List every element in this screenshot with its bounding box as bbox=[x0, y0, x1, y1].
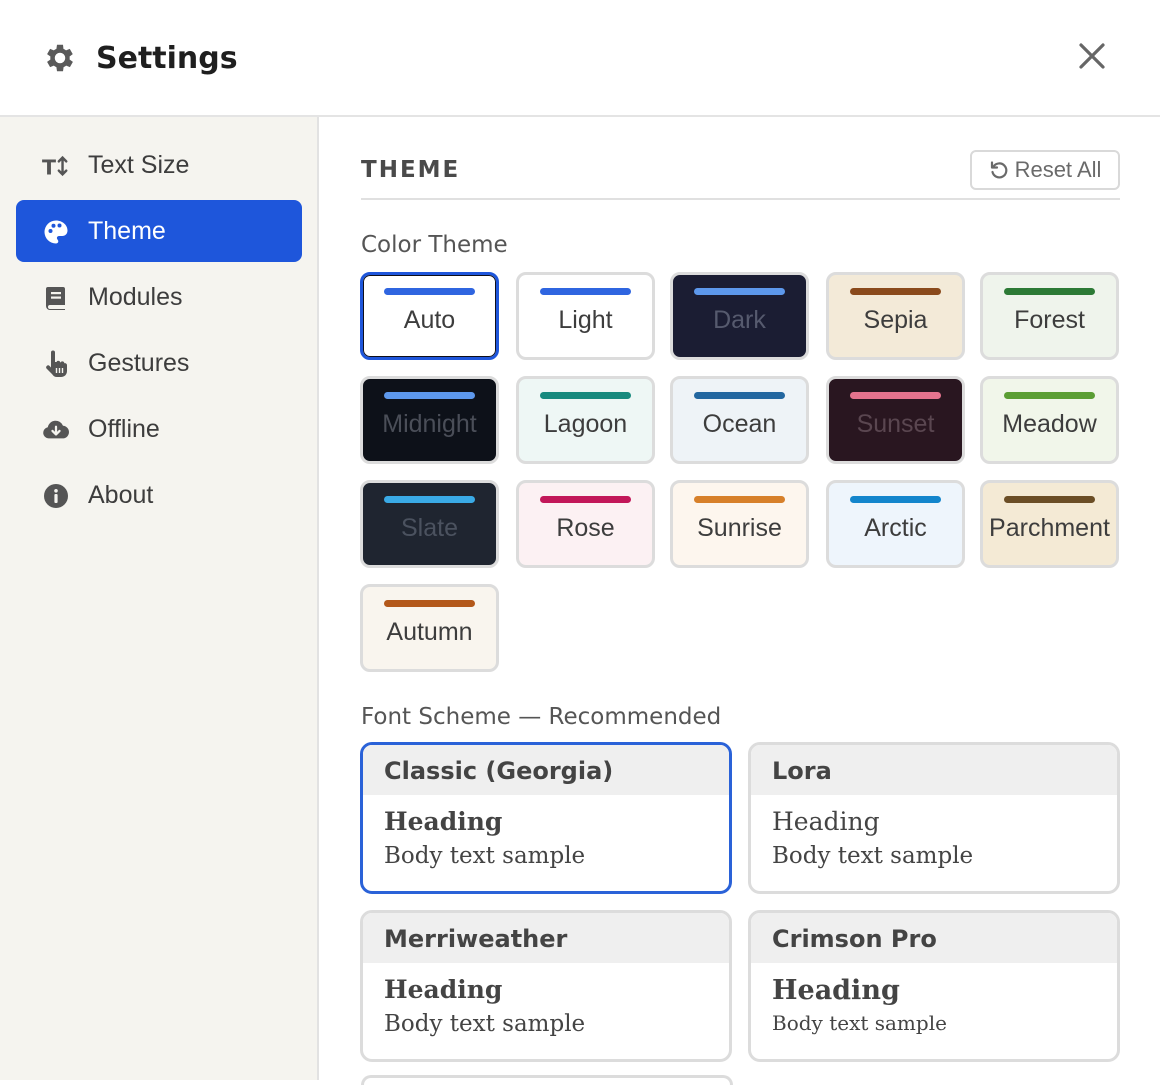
section-title: THEME bbox=[361, 157, 461, 183]
font-scheme-card-lora[interactable]: Lora Heading Body text sample bbox=[748, 742, 1120, 894]
theme-swatch-slate[interactable]: Slate bbox=[360, 480, 499, 568]
reset-all-label: Reset All bbox=[1014, 157, 1102, 182]
theme-name: Ocean bbox=[702, 410, 777, 438]
theme-swatch-dark[interactable]: Dark bbox=[670, 272, 809, 360]
theme-name: Sunrise bbox=[697, 514, 782, 542]
theme-color-bar bbox=[384, 392, 475, 399]
theme-name: Auto bbox=[403, 306, 456, 334]
palette-icon bbox=[42, 218, 70, 246]
svg-text:T: T bbox=[42, 155, 56, 179]
font-scheme-label: Font Scheme — Recommended bbox=[361, 704, 722, 730]
sidebar: T Text Size Theme Modules Gestures Offli… bbox=[0, 117, 319, 1080]
text-size-icon: T bbox=[42, 152, 70, 180]
theme-swatch-rose[interactable]: Rose bbox=[516, 480, 655, 568]
theme-name: Slate bbox=[401, 514, 458, 542]
font-sample-heading: Heading bbox=[772, 975, 900, 1006]
sidebar-item-label: About bbox=[88, 481, 154, 509]
color-theme-label: Color Theme bbox=[361, 232, 508, 258]
undo-icon bbox=[990, 161, 1007, 179]
theme-name: Rose bbox=[556, 514, 615, 542]
book-icon bbox=[42, 284, 70, 312]
font-scheme-card-merriweather[interactable]: Merriweather Heading Body text sample bbox=[360, 910, 732, 1062]
font-sample-heading: Heading bbox=[384, 975, 503, 1004]
theme-name: Forest bbox=[1014, 306, 1085, 334]
font-scheme-name: Classic (Georgia) bbox=[363, 745, 729, 795]
cloud-download-icon bbox=[42, 416, 70, 444]
theme-name: Parchment bbox=[989, 514, 1110, 542]
sidebar-item-gestures[interactable]: Gestures bbox=[16, 332, 302, 394]
theme-color-bar bbox=[384, 496, 475, 503]
theme-color-bar bbox=[1004, 392, 1095, 399]
sidebar-item-label: Text Size bbox=[88, 151, 190, 179]
pointer-hand-icon bbox=[42, 350, 70, 378]
font-scheme-name: Crimson Pro bbox=[751, 913, 1117, 963]
theme-color-bar bbox=[1004, 496, 1095, 503]
theme-swatch-sepia[interactable]: Sepia bbox=[826, 272, 965, 360]
sidebar-item-theme[interactable]: Theme bbox=[16, 200, 302, 262]
theme-name: Midnight bbox=[382, 410, 477, 438]
font-sample-body: Body text sample bbox=[384, 1011, 586, 1037]
sidebar-item-label: Gestures bbox=[88, 349, 190, 377]
theme-swatch-meadow[interactable]: Meadow bbox=[980, 376, 1119, 464]
theme-color-bar bbox=[540, 288, 631, 295]
theme-color-bar bbox=[540, 496, 631, 503]
font-scheme-card-classic[interactable]: Classic (Georgia) Heading Body text samp… bbox=[360, 742, 732, 894]
section-divider bbox=[361, 198, 1120, 200]
theme-color-bar bbox=[694, 392, 785, 399]
close-icon[interactable] bbox=[1074, 38, 1110, 74]
font-sample-heading: Heading bbox=[772, 807, 880, 836]
sidebar-item-offline[interactable]: Offline bbox=[16, 398, 302, 460]
sidebar-item-about[interactable]: About bbox=[16, 464, 302, 526]
sidebar-item-label: Modules bbox=[88, 283, 183, 311]
theme-color-bar bbox=[694, 496, 785, 503]
sidebar-item-label: Theme bbox=[88, 217, 166, 245]
theme-name: Arctic bbox=[864, 514, 927, 542]
theme-name: Autumn bbox=[386, 618, 473, 646]
gear-icon bbox=[47, 44, 73, 72]
font-scheme-card-crimson-pro[interactable]: Crimson Pro Heading Body text sample bbox=[748, 910, 1120, 1062]
theme-swatch-lagoon[interactable]: Lagoon bbox=[516, 376, 655, 464]
theme-color-bar bbox=[850, 392, 941, 399]
reset-all-button[interactable]: Reset All bbox=[970, 150, 1120, 190]
sidebar-item-modules[interactable]: Modules bbox=[16, 266, 302, 328]
dialog-title: Settings bbox=[96, 41, 238, 76]
theme-name: Dark bbox=[713, 306, 766, 334]
theme-swatch-ocean[interactable]: Ocean bbox=[670, 376, 809, 464]
theme-name: Lagoon bbox=[543, 410, 628, 438]
theme-name: Meadow bbox=[1002, 410, 1097, 438]
theme-swatch-midnight[interactable]: Midnight bbox=[360, 376, 499, 464]
theme-color-bar bbox=[384, 600, 475, 607]
settings-content: THEME Reset All Color Theme Auto Light D… bbox=[321, 117, 1160, 1085]
theme-color-bar bbox=[694, 288, 785, 295]
font-sample-body: Body text sample bbox=[772, 1011, 947, 1035]
theme-swatch-sunset[interactable]: Sunset bbox=[826, 376, 965, 464]
theme-color-bar bbox=[1004, 288, 1095, 295]
theme-swatch-forest[interactable]: Forest bbox=[980, 272, 1119, 360]
theme-color-bar bbox=[540, 392, 631, 399]
theme-color-bar bbox=[384, 288, 475, 295]
theme-name: Sepia bbox=[863, 306, 928, 334]
sidebar-item-text-size[interactable]: T Text Size bbox=[16, 134, 302, 196]
theme-swatch-light[interactable]: Light bbox=[516, 272, 655, 360]
theme-name: Sunset bbox=[856, 410, 935, 438]
theme-swatch-arctic[interactable]: Arctic bbox=[826, 480, 965, 568]
theme-name: Light bbox=[558, 306, 613, 334]
settings-header: Settings bbox=[0, 0, 1160, 117]
info-icon bbox=[42, 482, 70, 510]
font-scheme-name: Merriweather bbox=[363, 913, 729, 963]
theme-swatch-parchment[interactable]: Parchment bbox=[980, 480, 1119, 568]
font-sample-body: Body text sample bbox=[384, 843, 586, 869]
font-scheme-card-next[interactable] bbox=[361, 1075, 733, 1085]
theme-color-bar bbox=[850, 496, 941, 503]
theme-swatch-sunrise[interactable]: Sunrise bbox=[670, 480, 809, 568]
font-sample-body: Body text sample bbox=[772, 843, 974, 869]
theme-swatch-auto[interactable]: Auto bbox=[360, 272, 499, 360]
sidebar-item-label: Offline bbox=[88, 415, 160, 443]
theme-swatch-autumn[interactable]: Autumn bbox=[360, 584, 499, 672]
font-scheme-name: Lora bbox=[751, 745, 1117, 795]
font-sample-heading: Heading bbox=[384, 807, 503, 836]
theme-color-bar bbox=[850, 288, 941, 295]
